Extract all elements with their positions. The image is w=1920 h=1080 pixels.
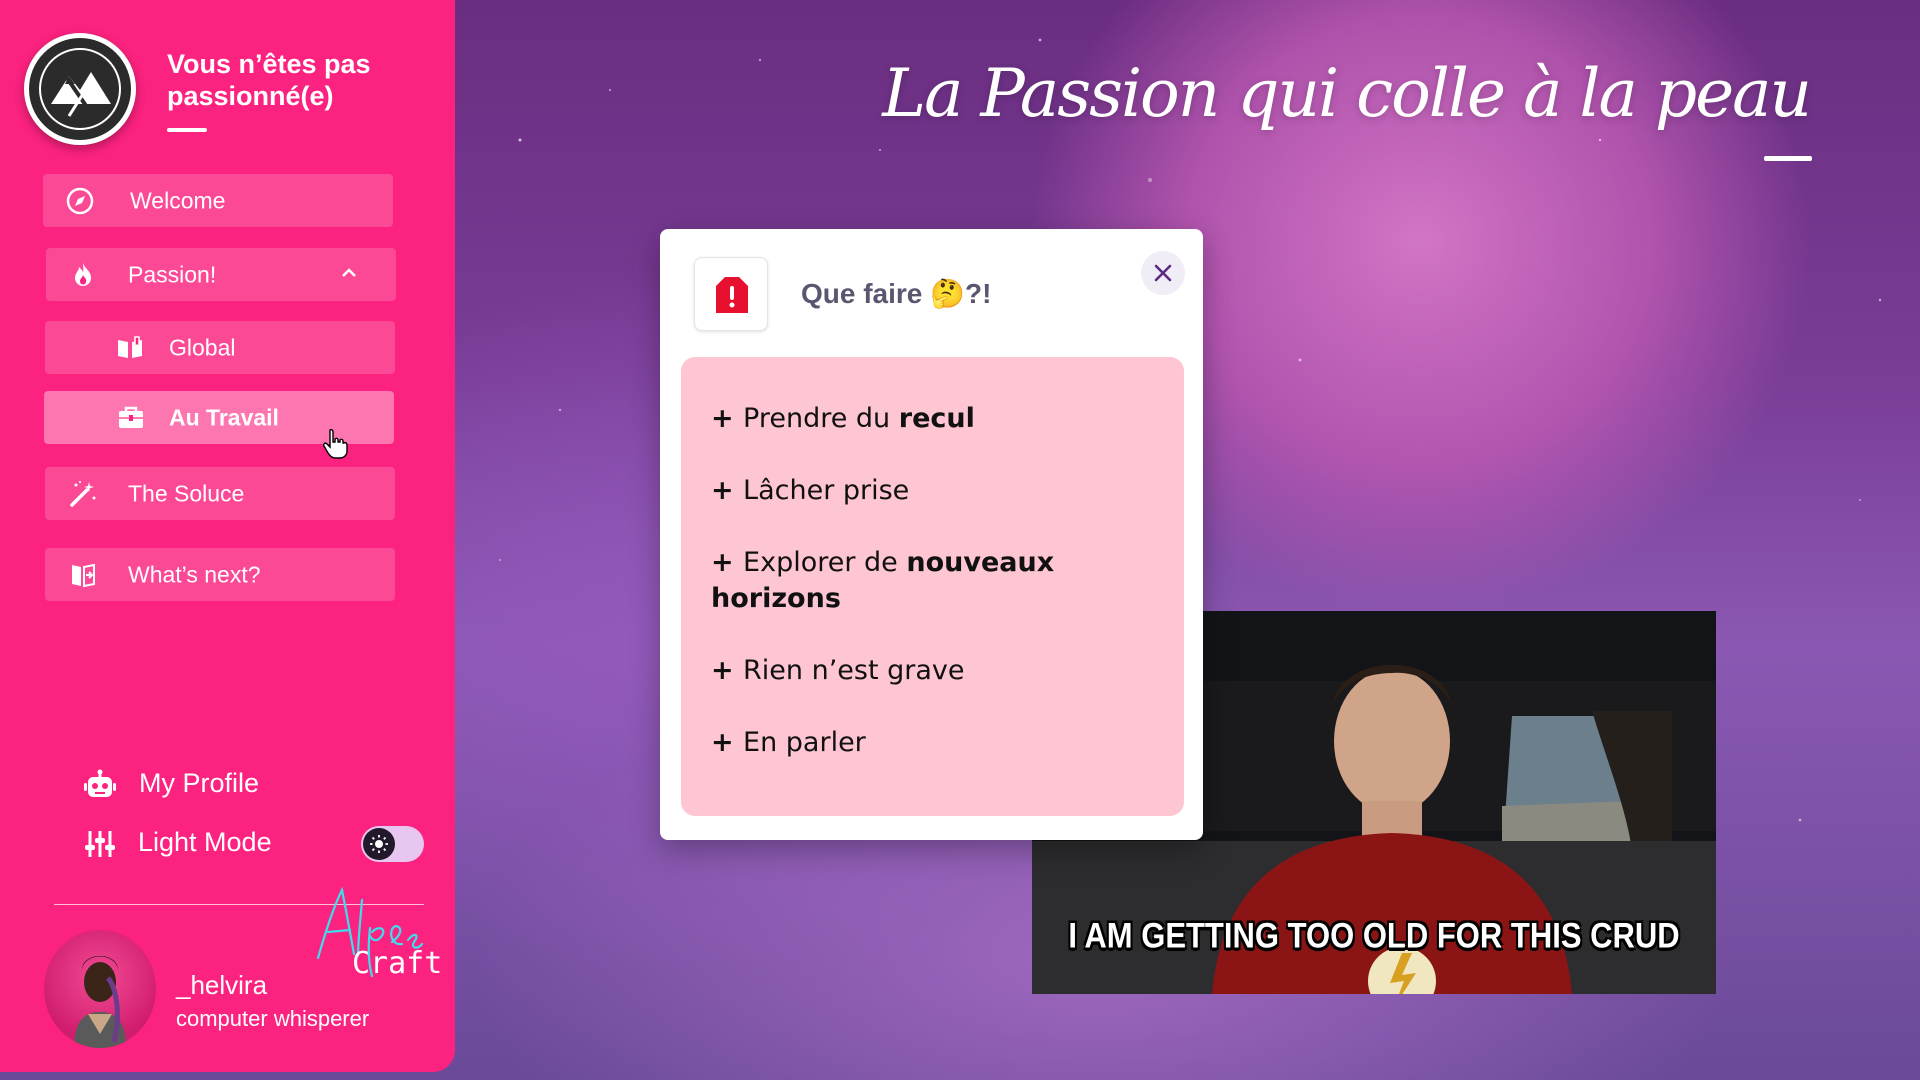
nav-label-welcome: Welcome: [130, 187, 226, 213]
chevron-up-icon[interactable]: [340, 266, 358, 278]
light-mode-label: Light Mode: [138, 827, 272, 857]
briefcase-icon: [119, 406, 143, 428]
tip-plus: +: [711, 655, 744, 686]
nav-item-global[interactable]: Global: [45, 321, 395, 374]
brand-underline: [167, 128, 207, 132]
tip-text: Prendre du: [743, 403, 899, 434]
nav-label-the-soluce: The Soluce: [128, 480, 245, 506]
toggle-knob: [363, 828, 395, 860]
nav-item-welcome[interactable]: Welcome: [43, 174, 393, 227]
close-icon: [1154, 264, 1172, 282]
tip-item: + Rien n’est grave: [711, 653, 1141, 689]
tip-plus: +: [711, 403, 744, 434]
modal-title: Que faire 🤔?!: [801, 278, 992, 309]
nav-label-whats-next: What’s next?: [128, 561, 261, 587]
tip-item: + Prendre du recul: [711, 401, 1141, 437]
tip-plus: +: [711, 475, 744, 506]
video-subtitle: I AM GETTING TOO OLD FOR THIS CRUD: [1068, 915, 1680, 956]
tips-panel: + Prendre du recul + Lâcher prise + Expl…: [681, 357, 1184, 816]
tip-text: En parler: [743, 727, 866, 758]
sidebar: Vous n’êtes pas passionné(e) Welcome Pas…: [0, 0, 455, 1072]
tips-modal: Que faire 🤔?! + Prendre du recul + Lâche…: [660, 229, 1203, 840]
my-profile-link[interactable]: My Profile: [139, 768, 259, 799]
user-role: computer whisperer: [176, 1006, 370, 1031]
tip-item: + Explorer de nouveaux horizons: [711, 545, 1141, 617]
open-book-icon: [118, 335, 142, 358]
nav-label-global: Global: [169, 334, 236, 360]
brand-title: Vous n’êtes pas passionné(e): [167, 49, 371, 111]
nav-item-whats-next[interactable]: What’s next?: [45, 548, 395, 601]
modal-icon-box: [694, 257, 768, 331]
page-headline: La Passion qui colle à la peau: [882, 55, 1812, 132]
hand-cursor-icon: [323, 428, 348, 459]
tip-bold: recul: [898, 403, 975, 434]
tip-item: + En parler: [711, 725, 1141, 761]
nav-label-passion: Passion!: [128, 261, 217, 287]
sliders-icon: [85, 831, 115, 857]
user-avatar[interactable]: [44, 930, 156, 1048]
close-button[interactable]: [1141, 251, 1185, 295]
magic-wand-icon: [70, 480, 96, 507]
sun-icon: [370, 835, 388, 853]
tip-text: Lâcher prise: [743, 475, 910, 506]
tip-text: Rien n’est grave: [743, 655, 965, 686]
book-next-icon: [72, 563, 95, 587]
compass-icon: [66, 187, 94, 214]
user-name: _helvira: [176, 970, 268, 1000]
nav-label-au-travail: Au Travail: [169, 404, 279, 430]
signature-craft-text: Craft: [352, 946, 443, 981]
headline-underline: [1764, 156, 1812, 161]
tip-plus: +: [711, 727, 744, 758]
tip-plus: +: [711, 547, 744, 578]
light-mode-toggle[interactable]: [361, 826, 424, 862]
flame-icon: [75, 262, 91, 286]
robot-icon: [84, 769, 116, 797]
tip-text: Explorer de: [743, 547, 907, 578]
alpescraft-logo[interactable]: [24, 33, 136, 145]
tip-item: + Lâcher prise: [711, 473, 1141, 509]
alert-icon: [716, 277, 748, 313]
nav-item-the-soluce[interactable]: The Soluce: [45, 467, 395, 520]
nav-item-passion[interactable]: Passion!: [46, 248, 396, 301]
